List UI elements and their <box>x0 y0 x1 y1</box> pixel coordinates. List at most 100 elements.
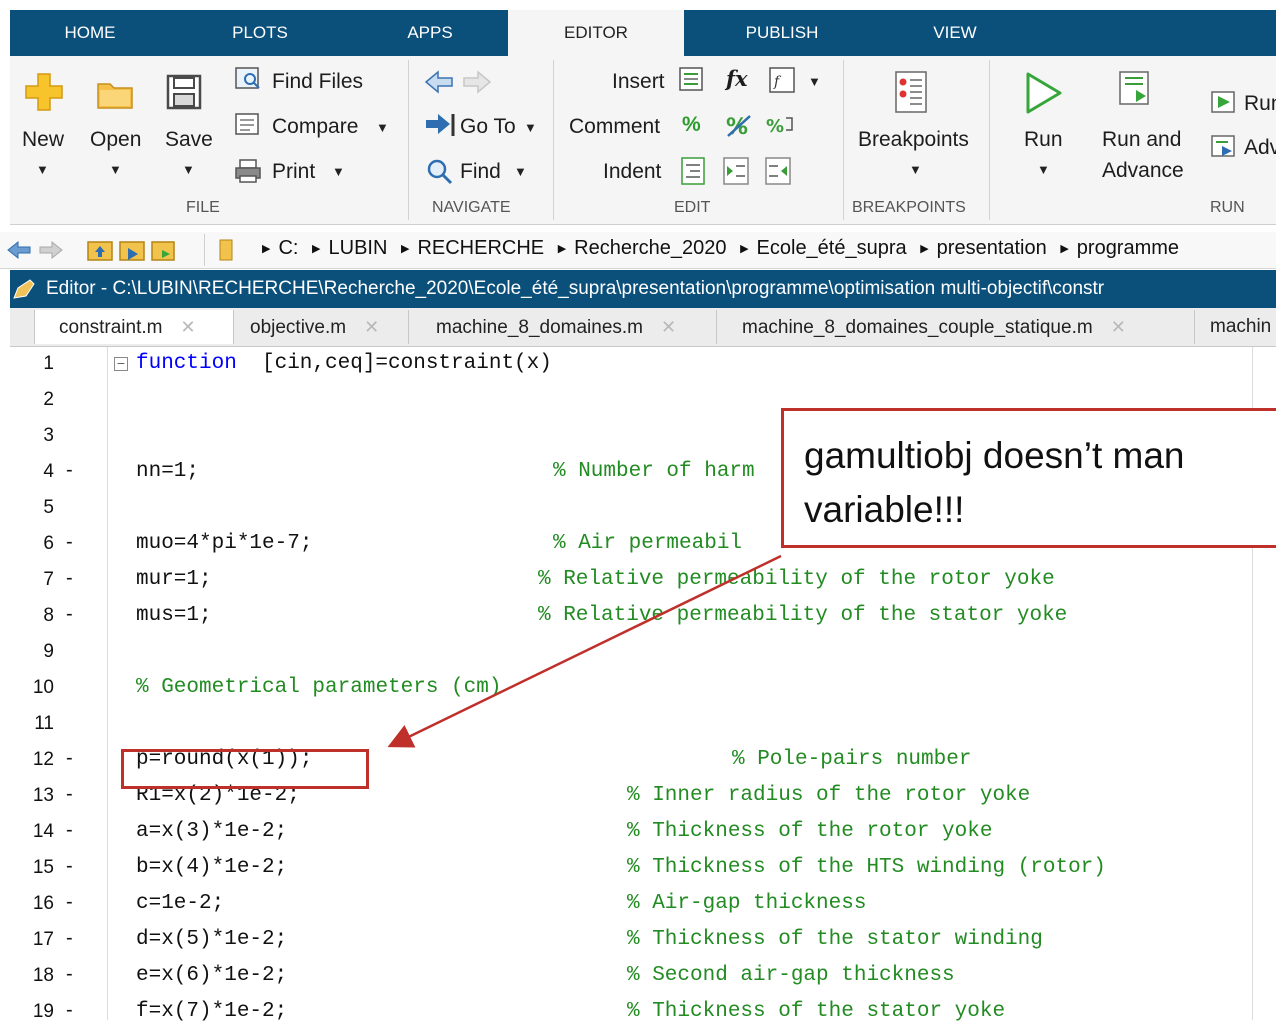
line-number: 7 <box>43 569 54 590</box>
breadcrumb-item[interactable]: presentation <box>937 237 1047 259</box>
compare-icon <box>235 113 259 135</box>
insert-function-button[interactable]: fx <box>726 66 748 91</box>
tab-home[interactable]: HOME <box>50 10 130 56</box>
up-folder-icon[interactable] <box>86 236 114 264</box>
breadcrumb-separator-icon: ▶ <box>557 243 567 255</box>
tab-plots[interactable]: PLOTS <box>220 10 300 56</box>
breakpoint-marker[interactable]: - <box>66 531 73 554</box>
breakpoint-marker[interactable]: - <box>66 855 73 878</box>
editor-pencil-icon <box>13 279 35 299</box>
save-dropdown-icon: ▼ <box>182 162 195 177</box>
increase-indent-icon[interactable] <box>722 156 752 186</box>
code-comment: % Thickness of the stator winding <box>627 928 1043 951</box>
breadcrumb-separator-icon: ▶ <box>740 243 749 255</box>
browse-folder-icon[interactable] <box>118 236 146 264</box>
line-number: 13 <box>32 785 54 806</box>
annotation-line-1: gamultiobj doesn’t man <box>804 435 1185 476</box>
tab-publish[interactable]: PUBLISH <box>732 10 832 56</box>
breadcrumb-item[interactable]: programme <box>1077 237 1179 259</box>
file-tab-machin[interactable]: machin <box>1196 310 1276 344</box>
new-label: New <box>22 128 65 151</box>
open-label: Open <box>90 128 142 151</box>
function-dropdown-icon[interactable]: ▼ <box>808 74 821 89</box>
code-text: e=x(6)*1e-2; <box>136 964 288 987</box>
line-number: 11 <box>34 713 54 734</box>
line-number: 8 <box>43 605 54 626</box>
find-files-icon <box>235 67 260 89</box>
breadcrumb: ▶ C: ▶ LUBIN ▶ RECHERCHE ▶ Recherche_2020 ▶ E… <box>254 237 1179 260</box>
breakpoint-marker[interactable]: - <box>66 783 73 806</box>
run-section-label: Run <box>1244 92 1276 115</box>
breakpoint-marker[interactable]: - <box>66 747 73 770</box>
breadcrumb-item[interactable]: Recherche_2020 <box>574 237 726 259</box>
code-text: [cin,ceq]=constraint(x) <box>262 352 552 375</box>
breadcrumb-item[interactable]: LUBIN <box>329 237 388 259</box>
compare-dropdown-icon: ▼ <box>376 120 389 135</box>
goto-label: Go To <box>460 115 516 138</box>
code-line: 14 - a=x(3)*1e-2; % Thickness of the rot… <box>10 815 1276 851</box>
find-files-label: Find Files <box>272 70 364 93</box>
file-tab-objective[interactable]: objective.m ✕ <box>234 310 409 344</box>
code-line: 15 - b=x(4)*1e-2; % Thickness of the HTS… <box>10 851 1276 887</box>
wrap-comments-icon[interactable]: % <box>766 110 796 140</box>
close-icon[interactable]: ✕ <box>364 317 379 337</box>
line-number: 15 <box>32 857 54 878</box>
line-number: 12 <box>32 749 54 770</box>
uncomment-icon[interactable]: % <box>724 110 756 140</box>
file-tab-machine-8-domaines[interactable]: machine_8_domaines.m ✕ <box>410 310 717 344</box>
code-comment: % Relative permeability of the stator yo… <box>538 604 1068 627</box>
close-icon[interactable]: ✕ <box>180 317 195 337</box>
tab-editor[interactable]: EDITOR <box>508 10 684 58</box>
file-tab-label: objective.m <box>250 317 347 338</box>
run-section-label-footer: RUN <box>1210 199 1245 216</box>
tab-view[interactable]: VIEW <box>915 10 995 56</box>
search-folder-icon[interactable] <box>150 236 180 264</box>
line-number: 10 <box>32 677 54 698</box>
comment-percent-icon: % <box>682 113 701 136</box>
code-line: 19 - f=x(7)*1e-2; % Thickness of the sta… <box>10 995 1276 1031</box>
line-number: 14 <box>32 821 54 842</box>
code-comment: % Thickness of the HTS winding (rotor) <box>627 856 1106 879</box>
code-line: 8 - mus=1; % Relative permeability of th… <box>10 599 1276 635</box>
editor-title-bar: Editor - C:\LUBIN\RECHERCHE\Recherche_20… <box>10 270 1276 308</box>
compare-label: Compare <box>272 115 359 138</box>
breakpoint-marker[interactable]: - <box>66 603 73 626</box>
new-dropdown-icon: ▼ <box>36 162 49 177</box>
breakpoint-marker[interactable]: - <box>66 459 73 482</box>
breakpoint-marker[interactable]: - <box>66 567 73 590</box>
close-icon[interactable]: ✕ <box>1111 317 1126 337</box>
breakpoint-marker[interactable]: - <box>66 999 73 1022</box>
file-tab-machine-8-domaines-couple-statique[interactable]: machine_8_domaines_couple_statique.m ✕ <box>718 310 1195 344</box>
breakpoint-marker[interactable]: - <box>66 891 73 914</box>
open-dropdown-icon: ▼ <box>109 162 122 177</box>
advance-icon <box>1211 135 1235 157</box>
goto-arrow-icon <box>426 114 455 136</box>
printer-icon <box>235 159 261 183</box>
section-divider <box>843 60 844 220</box>
new-file-icon <box>25 73 63 111</box>
breadcrumb-item[interactable]: C: <box>278 237 298 259</box>
breadcrumb-item[interactable]: Ecole_été_supra <box>757 237 907 259</box>
tab-apps[interactable]: APPS <box>390 10 470 56</box>
annotation-callout: gamultiobj doesn’t man variable!!! <box>781 408 1276 548</box>
save-disk-icon <box>166 74 202 110</box>
code-text: b=x(4)*1e-2; <box>136 856 288 879</box>
insert-label: Insert <box>612 70 665 93</box>
decrease-indent-icon[interactable] <box>764 156 794 186</box>
print-dropdown-icon: ▼ <box>332 164 345 179</box>
close-icon[interactable]: ✕ <box>661 317 676 337</box>
code-comment: % Thickness of the rotor yoke <box>627 820 993 843</box>
breakpoint-marker[interactable]: - <box>66 963 73 986</box>
breakpoint-marker[interactable]: - <box>66 819 73 842</box>
code-line: 10 % Geometrical parameters (cm) <box>10 671 1276 707</box>
file-tab-constraint[interactable]: constraint.m ✕ <box>34 310 234 344</box>
function-browser-icon[interactable]: f <box>768 66 798 94</box>
breadcrumb-item[interactable]: RECHERCHE <box>417 237 544 259</box>
breakpoint-marker[interactable]: - <box>66 927 73 950</box>
ribbon-tab-bar: HOME PLOTS APPS EDITOR PUBLISH VIEW <box>10 10 1276 58</box>
run-and-advance-icon <box>1119 71 1149 105</box>
code-line: 1 function [cin,ceq]=constraint(x) <box>10 347 1276 383</box>
code-keyword: function <box>136 352 237 375</box>
back-forward-nav-icon[interactable] <box>6 238 68 262</box>
code-text: mus=1; <box>136 604 212 627</box>
